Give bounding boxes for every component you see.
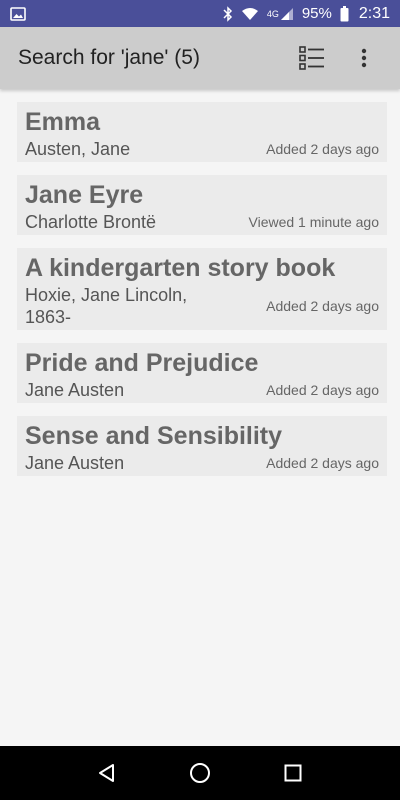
book-title: Pride and Prejudice	[25, 349, 259, 377]
book-title: Jane Eyre	[25, 181, 144, 209]
book-author: Hoxie, Jane Lincoln, 1863-	[25, 285, 188, 327]
book-title: A kindergarten story book	[25, 254, 336, 282]
status-bar: 4G 95% 2:31	[0, 0, 400, 27]
network-label: 4G	[266, 8, 279, 19]
image-icon	[10, 6, 26, 21]
list-view-icon[interactable]	[292, 38, 332, 78]
more-vert-icon[interactable]	[344, 38, 384, 78]
book-status: Added 2 days ago	[266, 382, 379, 398]
list-item[interactable]: Jane Eyre Charlotte Brontë Viewed 1 minu…	[17, 175, 387, 235]
page-title: Search for 'jane' (5)	[18, 46, 200, 69]
results-list: Emma Austen, Jane Added 2 days ago Jane …	[17, 102, 387, 489]
battery-icon	[340, 5, 349, 22]
list-item[interactable]: A kindergarten story book Hoxie, Jane Li…	[17, 248, 387, 330]
bluetooth-icon	[223, 5, 233, 22]
recents-icon[interactable]	[271, 751, 315, 795]
wifi-icon	[241, 7, 259, 21]
list-item[interactable]: Emma Austen, Jane Added 2 days ago	[17, 102, 387, 162]
book-author: Jane Austen	[25, 380, 125, 400]
list-item[interactable]: Pride and Prejudice Jane Austen Added 2 …	[17, 343, 387, 403]
book-status: Added 2 days ago	[266, 455, 379, 471]
book-status: Added 2 days ago	[266, 141, 379, 157]
book-author: Austen, Jane	[25, 139, 131, 159]
battery-percent: 95%	[301, 5, 332, 22]
book-status: Added 2 days ago	[266, 298, 379, 314]
book-author: Charlotte Brontë	[25, 212, 157, 232]
book-title: Emma	[25, 108, 101, 136]
book-author: Jane Austen	[25, 453, 125, 473]
back-icon[interactable]	[85, 751, 129, 795]
clock: 2:31	[358, 4, 390, 22]
cell-signal-icon: 4G	[267, 7, 294, 21]
home-icon[interactable]	[178, 751, 222, 795]
book-status: Viewed 1 minute ago	[248, 214, 380, 230]
list-item[interactable]: Sense and Sensibility Jane Austen Added …	[17, 416, 387, 476]
book-title: Sense and Sensibility	[25, 422, 283, 450]
nav-bar	[0, 746, 400, 800]
app-bar: Search for 'jane' (5)	[0, 27, 400, 89]
